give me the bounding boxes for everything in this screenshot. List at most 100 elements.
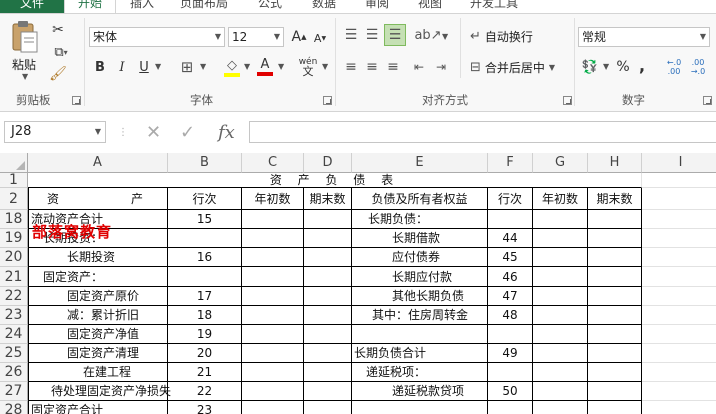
tab-review[interactable]: 审阅 [365, 0, 389, 13]
table-cell[interactable]: 16 [168, 248, 242, 267]
table-cell[interactable] [588, 287, 642, 306]
column-header[interactable]: D [304, 153, 352, 173]
number-format-combo[interactable]: 常规 ▼ [578, 27, 710, 47]
table-cell[interactable] [533, 267, 588, 287]
align-center-icon[interactable]: ≡ [363, 58, 381, 76]
column-header[interactable]: A [28, 153, 168, 173]
column-header[interactable]: B [168, 153, 242, 173]
row-header[interactable]: 20 [0, 248, 28, 267]
tab-formulas[interactable]: 公式 [258, 0, 282, 13]
table-cell[interactable]: 22 [168, 382, 242, 401]
fill-color-icon[interactable]: ◇ [222, 56, 242, 78]
table-cell[interactable]: 递延税项： [352, 363, 488, 382]
table-cell[interactable] [588, 248, 642, 267]
row-header[interactable]: 2 [0, 188, 28, 210]
table-header-cell[interactable]: 年初数 [242, 188, 304, 210]
accounting-dropdown-icon[interactable]: ▼ [603, 62, 609, 71]
underline-dropdown-icon[interactable]: ▼ [155, 62, 161, 71]
font-launcher-icon[interactable] [323, 96, 332, 105]
row-header[interactable]: 18 [0, 210, 28, 229]
table-cell[interactable] [352, 325, 488, 344]
table-cell[interactable] [352, 401, 488, 414]
table-cell[interactable]: 长期负债合计 [352, 344, 488, 363]
table-cell[interactable]: 47 [488, 287, 533, 306]
tab-file[interactable]: 文件 [0, 0, 64, 13]
table-cell[interactable] [533, 306, 588, 325]
borders-icon[interactable]: ⊞ [178, 58, 196, 76]
column-header[interactable]: G [533, 153, 588, 173]
table-cell[interactable]: 18 [168, 306, 242, 325]
table-header-cell[interactable]: 期末数 [588, 188, 642, 210]
font-color-icon[interactable]: A [256, 56, 274, 78]
grow-font-icon[interactable]: A ▲ [290, 28, 308, 46]
table-cell[interactable] [242, 210, 304, 229]
font-name-combo[interactable]: 宋体 ▼ [89, 27, 225, 47]
table-cell[interactable]: 固定资产原价 [28, 287, 168, 306]
table-cell[interactable] [533, 401, 588, 414]
table-cell[interactable] [642, 306, 716, 325]
table-cell[interactable] [588, 325, 642, 344]
font-color-dropdown-icon[interactable]: ▼ [278, 62, 284, 71]
row-header[interactable]: 28 [0, 401, 28, 414]
bold-button[interactable]: B [92, 58, 108, 76]
table-header-cell[interactable]: 行次 [168, 188, 242, 210]
table-cell[interactable]: 44 [488, 229, 533, 248]
align-middle-icon[interactable]: ☰ [363, 26, 381, 44]
table-cell[interactable] [242, 267, 304, 287]
cancel-icon[interactable]: ✕ [146, 122, 161, 143]
table-cell[interactable] [488, 401, 533, 414]
table-cell[interactable] [533, 229, 588, 248]
column-header[interactable]: I [642, 153, 716, 173]
tab-data[interactable]: 数据 [312, 0, 336, 13]
table-cell[interactable] [242, 401, 304, 414]
table-cell[interactable] [304, 344, 352, 363]
table-cell[interactable] [642, 229, 716, 248]
decrease-decimal-icon[interactable]: .00 →.0 [688, 56, 708, 78]
insert-function-icon[interactable]: fx [218, 122, 235, 143]
column-header[interactable]: E [352, 153, 488, 173]
align-bottom-icon[interactable]: ☰ [384, 24, 406, 46]
row-header[interactable]: 27 [0, 382, 28, 401]
table-cell[interactable] [242, 306, 304, 325]
row-header[interactable]: 22 [0, 287, 28, 306]
table-cell[interactable]: 固定资产合计 [28, 401, 168, 414]
table-header-cell[interactable] [642, 188, 716, 210]
paste-button[interactable] [8, 20, 42, 54]
table-cell[interactable]: 17 [168, 287, 242, 306]
cut-icon[interactable]: ✂ [48, 20, 68, 40]
table-cell[interactable] [588, 267, 642, 287]
table-cell[interactable] [304, 267, 352, 287]
tab-home[interactable]: 开始 [64, 0, 116, 13]
table-cell[interactable] [588, 229, 642, 248]
copy-icon[interactable]: ⧉ ▾ [48, 42, 74, 62]
table-cell[interactable] [304, 210, 352, 229]
sheet-title-cell[interactable]: 资 产 负 债 表 [28, 173, 642, 188]
table-cell[interactable] [533, 210, 588, 229]
table-cell[interactable] [533, 325, 588, 344]
table-cell[interactable] [588, 344, 642, 363]
table-cell[interactable] [533, 248, 588, 267]
table-cell[interactable]: 23 [168, 401, 242, 414]
table-cell[interactable] [242, 248, 304, 267]
table-cell[interactable]: 21 [168, 363, 242, 382]
table-cell[interactable] [533, 363, 588, 382]
align-right-icon[interactable]: ≡ [384, 58, 402, 76]
table-cell[interactable]: 其中：住房周转金 [352, 306, 488, 325]
row-header[interactable]: 26 [0, 363, 28, 382]
table-cell[interactable] [488, 325, 533, 344]
table-cell[interactable] [304, 248, 352, 267]
accounting-format-icon[interactable]: 💱 [580, 58, 600, 76]
table-cell[interactable] [242, 363, 304, 382]
table-cell[interactable] [588, 363, 642, 382]
format-painter-icon[interactable]: 🖌 [48, 64, 68, 84]
table-cell[interactable] [304, 363, 352, 382]
table-header-cell[interactable]: 资 产 [28, 188, 168, 210]
table-cell[interactable]: 长期负债： [352, 210, 488, 229]
row-header[interactable]: 21 [0, 267, 28, 287]
table-cell[interactable] [642, 382, 716, 401]
paste-label[interactable]: 粘贴 [12, 56, 36, 73]
orientation-dropdown-icon[interactable]: ▼ [442, 32, 448, 41]
table-cell[interactable] [588, 382, 642, 401]
worksheet-grid[interactable]: ABCDEFGHI1资 产 负 债 表2资 产行次 年初数 期末数 负债及所有者权益行… [0, 153, 716, 414]
align-left-icon[interactable]: ≡ [342, 58, 360, 76]
